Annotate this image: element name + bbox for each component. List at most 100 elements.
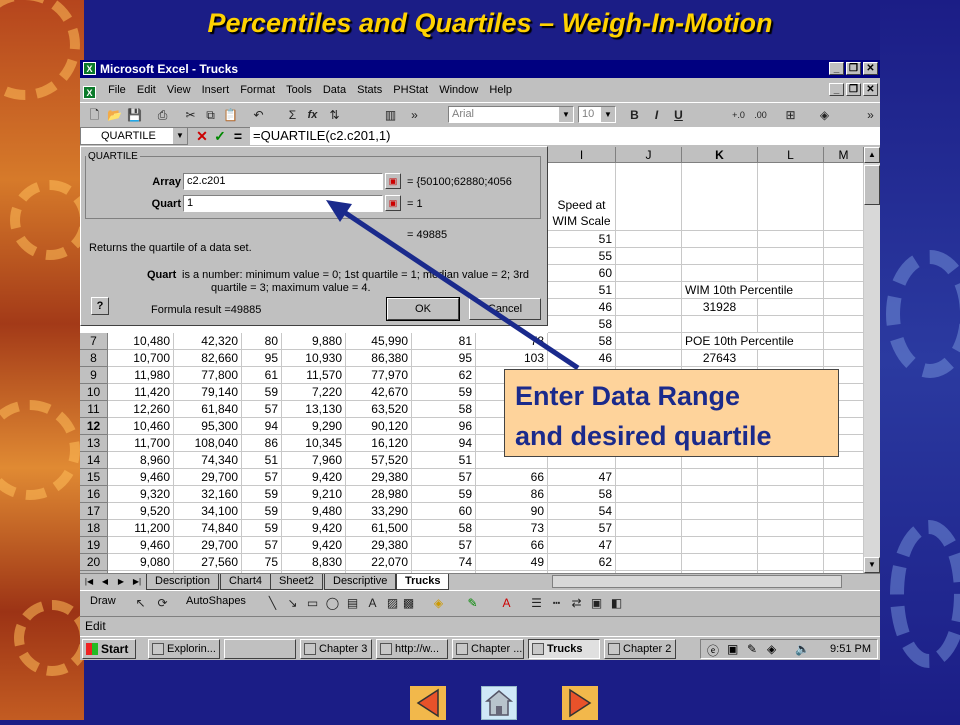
table-cell[interactable]: 62 bbox=[548, 554, 616, 571]
row-header[interactable]: 15 bbox=[80, 469, 108, 486]
table-cell[interactable]: 75 bbox=[242, 554, 282, 571]
cell[interactable] bbox=[824, 163, 864, 231]
cancel-button[interactable]: Cancel bbox=[469, 298, 541, 320]
cell[interactable] bbox=[824, 231, 864, 248]
table-cell[interactable]: 63,520 bbox=[346, 401, 412, 418]
table-cell[interactable]: 42,670 bbox=[346, 384, 412, 401]
menu-window[interactable]: Window bbox=[435, 80, 482, 100]
table-cell[interactable]: 66 bbox=[476, 537, 548, 554]
collapse-dialog-icon[interactable]: ▣ bbox=[385, 173, 401, 189]
taskbar-item-blank[interactable] bbox=[224, 639, 296, 659]
cell-speed[interactable]: 60 bbox=[548, 265, 616, 282]
table-cell[interactable]: 58 bbox=[548, 333, 616, 350]
menu-stats[interactable]: Stats bbox=[353, 80, 386, 100]
table-cell[interactable]: 10,480 bbox=[108, 333, 174, 350]
sheet-tab-chart4[interactable]: Chart4 bbox=[220, 574, 272, 590]
restore-button[interactable]: ❐ bbox=[846, 62, 861, 75]
cell[interactable] bbox=[682, 163, 758, 231]
array-input[interactable]: c2.c201 bbox=[183, 173, 383, 190]
name-box[interactable]: QUARTILE ▼ bbox=[80, 127, 188, 145]
fill-color-icon[interactable]: ◈ bbox=[816, 107, 833, 123]
row-header[interactable]: 20 bbox=[80, 554, 108, 571]
previous-slide-button[interactable] bbox=[410, 686, 446, 720]
sheet-tab-trucks[interactable]: Trucks bbox=[396, 574, 450, 590]
workbook-restore-button[interactable]: ❐ bbox=[846, 83, 861, 96]
cell-speed[interactable]: 46 bbox=[548, 299, 616, 316]
column-header-j[interactable]: J bbox=[616, 147, 682, 163]
table-cell[interactable]: 9,460 bbox=[108, 469, 174, 486]
table-cell[interactable]: 46 bbox=[548, 350, 616, 367]
italic-button[interactable]: I bbox=[648, 107, 665, 123]
formula-input[interactable]: =QUARTILE(c2.c201,1) bbox=[250, 127, 880, 145]
table-cell[interactable]: 61,500 bbox=[346, 520, 412, 537]
cell[interactable] bbox=[616, 537, 682, 554]
autosum-button[interactable]: Σ bbox=[284, 107, 301, 123]
table-cell[interactable]: 11,420 bbox=[108, 384, 174, 401]
table-cell[interactable]: 13,130 bbox=[282, 401, 346, 418]
cell[interactable] bbox=[616, 333, 682, 350]
table-cell[interactable]: 103 bbox=[476, 350, 548, 367]
table-cell[interactable]: 77,970 bbox=[346, 367, 412, 384]
table-cell[interactable]: 45,990 bbox=[346, 333, 412, 350]
start-button[interactable]: Start bbox=[82, 639, 136, 659]
line-color-icon[interactable]: ✎ bbox=[464, 595, 481, 611]
table-cell[interactable]: 29,380 bbox=[346, 537, 412, 554]
clipart-icon[interactable]: ▨ bbox=[384, 595, 401, 611]
desktop-icon[interactable]: ▣ bbox=[727, 642, 738, 656]
row-header[interactable]: 10 bbox=[80, 384, 108, 401]
table-cell[interactable]: 22,070 bbox=[346, 554, 412, 571]
table-cell[interactable]: 58 bbox=[548, 486, 616, 503]
cell[interactable] bbox=[682, 537, 758, 554]
table-cell[interactable]: 80 bbox=[242, 333, 282, 350]
table-cell[interactable]: 9,480 bbox=[282, 503, 346, 520]
decrease-decimal-icon[interactable]: .00 bbox=[752, 107, 769, 123]
dash-style-icon[interactable]: ┅ bbox=[548, 595, 565, 611]
table-cell[interactable]: 79,140 bbox=[174, 384, 242, 401]
menu-tools[interactable]: Tools bbox=[282, 80, 316, 100]
menu-file[interactable]: File bbox=[104, 80, 130, 100]
taskbar-item-browser[interactable]: http://w... bbox=[376, 639, 448, 659]
column-header-i[interactable]: I bbox=[548, 147, 616, 163]
table-cell[interactable]: 59 bbox=[242, 384, 282, 401]
table-cell[interactable]: 51 bbox=[412, 452, 476, 469]
picture-icon[interactable]: ▩ bbox=[400, 595, 417, 611]
table-cell[interactable]: 12,260 bbox=[108, 401, 174, 418]
bold-button[interactable]: B bbox=[626, 107, 643, 123]
table-cell[interactable]: 57 bbox=[412, 469, 476, 486]
table-cell[interactable]: 9,290 bbox=[282, 418, 346, 435]
table-cell[interactable]: 57 bbox=[548, 520, 616, 537]
table-cell[interactable]: 47 bbox=[548, 537, 616, 554]
column-header-m[interactable]: M bbox=[824, 147, 864, 163]
table-cell[interactable]: 34,100 bbox=[174, 503, 242, 520]
cell[interactable] bbox=[616, 163, 682, 231]
row-header[interactable]: 17 bbox=[80, 503, 108, 520]
cell[interactable] bbox=[758, 316, 824, 333]
cell[interactable] bbox=[824, 248, 864, 265]
row-header[interactable]: 12 bbox=[80, 418, 108, 435]
cut-icon[interactable]: ✂ bbox=[182, 107, 199, 123]
ie-icon[interactable]: ⓔ bbox=[707, 642, 719, 659]
cell[interactable] bbox=[616, 486, 682, 503]
chevron-down-icon[interactable]: ▼ bbox=[601, 107, 615, 122]
horizontal-scrollbar[interactable] bbox=[552, 575, 842, 588]
font-color-icon[interactable]: A bbox=[498, 595, 515, 611]
row-header[interactable]: 16 bbox=[80, 486, 108, 503]
cell[interactable] bbox=[824, 265, 864, 282]
table-cell[interactable]: 74,840 bbox=[174, 520, 242, 537]
row-header[interactable]: 13 bbox=[80, 435, 108, 452]
table-cell[interactable]: 11,700 bbox=[108, 435, 174, 452]
font-name-combo[interactable]: Arial ▼ bbox=[448, 106, 574, 123]
cell[interactable] bbox=[682, 520, 758, 537]
taskbar-item-chapter-word[interactable]: Chapter ... bbox=[452, 639, 524, 659]
line-icon[interactable]: ╲ bbox=[264, 595, 281, 611]
table-cell[interactable]: 59 bbox=[242, 520, 282, 537]
borders-icon[interactable]: ⊞ bbox=[782, 107, 799, 123]
workbook-minimize-button[interactable]: _ bbox=[829, 83, 844, 96]
line-style-icon[interactable]: ☰ bbox=[528, 595, 545, 611]
table-cell[interactable]: 60 bbox=[412, 503, 476, 520]
chevron-down-icon[interactable]: ▼ bbox=[173, 128, 187, 144]
table-cell[interactable]: 108,040 bbox=[174, 435, 242, 452]
table-cell[interactable]: 96 bbox=[412, 418, 476, 435]
menu-edit[interactable]: Edit bbox=[133, 80, 160, 100]
quick-launch-icon[interactable]: ◈ bbox=[767, 642, 776, 656]
